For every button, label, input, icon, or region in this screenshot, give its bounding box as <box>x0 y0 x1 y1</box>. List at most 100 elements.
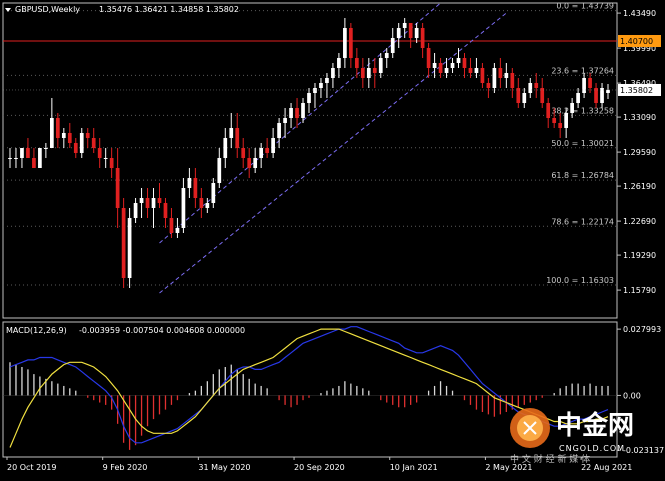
watermark-domain: CNGOLD.COM <box>559 444 625 453</box>
macd-values: -0.003959 -0.007504 0.004608 0.000000 <box>79 326 245 335</box>
fib-level-label: 61.8 = 1.26784 <box>551 171 614 180</box>
channel-line-lower <box>159 12 507 294</box>
candle-bear <box>109 158 114 168</box>
price-pane-border <box>2 2 618 319</box>
candle-bull <box>325 78 329 83</box>
candle-bull <box>253 158 258 168</box>
candle-bear <box>235 128 240 148</box>
candle-bear <box>516 88 521 103</box>
candle-bear <box>157 198 162 203</box>
fib-level-label: 0.0 = 1.43739 <box>556 2 614 11</box>
candle-bull <box>414 28 419 38</box>
candle-bear <box>438 63 443 73</box>
candle-bull <box>139 198 144 203</box>
candle-bull <box>366 68 371 78</box>
macd-y-tick-label: 0.027993 <box>623 325 661 334</box>
candle-bull <box>444 68 449 73</box>
candle-bull <box>384 53 389 58</box>
candle-bull <box>259 148 264 158</box>
trading-chart[interactable]: 1.43490 1.39990 1.36490 1.33090 1.29590 1.261… <box>0 0 665 477</box>
candle-bull <box>600 88 604 103</box>
candle-bull <box>187 178 192 188</box>
candle-bull <box>456 58 461 63</box>
candle-bull <box>49 118 54 148</box>
price-y-tick-label: 1.26190 <box>623 182 656 191</box>
candle-bear <box>73 143 78 153</box>
current-price-label: 1.35802 <box>620 86 653 95</box>
x-axis-label: 10 Jan 2021 <box>390 463 438 472</box>
candle-bear <box>295 108 299 118</box>
candle-bull <box>564 113 569 128</box>
symbol-timeframe-label: GBPUSD,Weekly <box>15 5 80 14</box>
x-axis-label: 31 May 2020 <box>198 463 250 472</box>
candle-bull <box>133 203 138 218</box>
candle-bear <box>468 68 473 73</box>
candle-bull <box>313 88 317 93</box>
fib-level-label: 78.6 = 1.22174 <box>551 217 614 226</box>
candle-bear <box>486 83 491 88</box>
candle-bull <box>44 148 48 149</box>
candle-bull <box>151 198 156 208</box>
candle-bear <box>588 78 592 88</box>
candle-bear <box>265 148 269 153</box>
candle-bull <box>14 158 18 159</box>
price-y-tick-label: 1.22690 <box>623 217 656 226</box>
watermark-slogan: 中 文 财 经 新 媒 体 <box>510 453 590 465</box>
price-y-tick-label: 1.43490 <box>623 9 656 18</box>
candle-bull <box>271 138 275 153</box>
candle-bear <box>67 133 72 143</box>
candle-bull <box>229 128 234 138</box>
candle-bull <box>20 148 24 158</box>
candle-bear <box>534 83 539 88</box>
candle-bull <box>396 28 401 38</box>
ohlc-values: 1.35476 1.36421 1.34858 1.35802 <box>99 5 239 14</box>
candle-bear <box>32 158 36 168</box>
fib-level-label: 38.2 = 1.33258 <box>551 106 614 115</box>
candle-bull <box>522 93 527 103</box>
price-y-tick-label: 1.33090 <box>623 113 656 122</box>
candle-bear <box>354 58 359 68</box>
candle-bear <box>145 198 150 208</box>
candle-bull <box>289 108 293 118</box>
candle-bear <box>462 58 467 68</box>
candle-bull <box>319 83 323 88</box>
candle-bear <box>408 23 413 38</box>
fib-level-label: 50.0 = 1.30021 <box>551 139 614 148</box>
candle-bear <box>552 118 557 123</box>
candle-bull <box>175 228 180 233</box>
candle-bull <box>8 158 12 159</box>
candle-bull <box>181 188 186 228</box>
macd-y-tick-label: 0.00 <box>623 391 641 400</box>
fib-level-label: 100.0 = 1.16303 <box>546 276 614 285</box>
candle-bull <box>576 93 580 103</box>
candle-bull <box>223 138 228 158</box>
candle-bull <box>402 23 407 28</box>
x-axis-label: 9 Feb 2020 <box>103 463 148 472</box>
candle-bear <box>360 68 365 78</box>
candle-bull <box>277 123 281 138</box>
candle-bull <box>570 103 574 113</box>
candle-bull <box>492 68 497 88</box>
candle-bull <box>337 58 341 68</box>
candle-bear <box>498 68 503 78</box>
candle-bull <box>450 63 455 68</box>
resistance-level-tag-label: 1.40700 <box>620 37 653 46</box>
candle-bull <box>390 38 395 53</box>
candle-bull <box>127 218 132 278</box>
dropdown-arrow-icon[interactable] <box>5 8 11 12</box>
candle-bull <box>474 68 479 73</box>
candle-bear <box>546 103 551 118</box>
candle-bear <box>169 218 174 233</box>
candle-bull <box>331 68 335 78</box>
candle-bear <box>97 148 102 158</box>
candle-bear <box>594 88 598 103</box>
candle-bear <box>115 168 120 208</box>
candle-bear <box>241 148 246 158</box>
candle-bear <box>558 123 563 128</box>
candle-bear <box>85 133 90 138</box>
candle-bull <box>79 133 84 153</box>
candle-bear <box>420 28 425 48</box>
candle-bull <box>301 103 305 118</box>
candle-bull <box>504 73 509 78</box>
chart-svg: 1.434901.399901.364901.330901.295901.261… <box>2 2 664 472</box>
